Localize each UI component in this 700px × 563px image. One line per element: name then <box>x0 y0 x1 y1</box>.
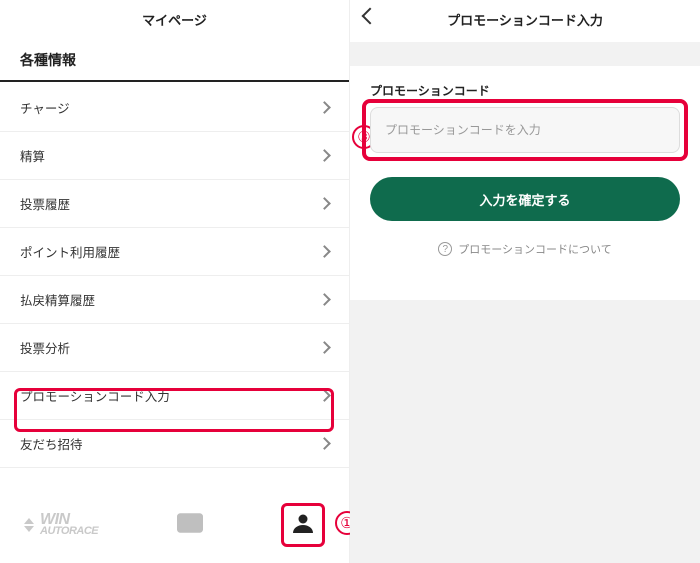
person-icon[interactable] <box>291 511 315 540</box>
chevron-right-icon <box>318 437 331 450</box>
list-item-vote-analysis[interactable]: 投票分析 <box>0 324 349 372</box>
list-item-settlement[interactable]: 精算 <box>0 132 349 180</box>
mail-icon[interactable] <box>177 513 203 538</box>
list-item-promo-code[interactable]: プロモーションコード入力 <box>0 372 349 420</box>
promo-field-label: プロモーションコード <box>370 82 680 99</box>
list-item-label: 精算 <box>20 146 45 165</box>
left-header: マイページ <box>0 0 349 38</box>
list-item-refund-history[interactable]: 払戻精算履歴 <box>0 276 349 324</box>
promo-code-input[interactable] <box>370 107 680 153</box>
logo-text: WIN AUTORACE <box>40 513 98 537</box>
promo-input-wrap <box>370 107 680 153</box>
chevron-right-icon <box>318 293 331 306</box>
chevron-right-icon <box>318 389 331 402</box>
list-item-label: 友だち招待 <box>20 434 83 453</box>
promo-help-link[interactable]: ? プロモーションコードについて <box>350 241 700 257</box>
list-item-label: ポイント利用履歴 <box>20 242 120 261</box>
settings-list: チャージ 精算 投票履歴 ポイント利用履歴 払戻精算履歴 投票分析 プロモーショ… <box>0 84 349 468</box>
chevron-right-icon <box>318 245 331 258</box>
list-item-point-history[interactable]: ポイント利用履歴 <box>0 228 349 276</box>
sort-icon <box>24 518 34 532</box>
mypage-pane: マイページ 各種情報 チャージ 精算 投票履歴 ポイント利用履歴 払戻精算履歴 … <box>0 0 350 563</box>
bottom-gray-area <box>350 300 700 563</box>
confirm-button[interactable]: 入力を確定する <box>370 177 680 221</box>
list-item-charge[interactable]: チャージ <box>0 84 349 132</box>
page-title-left: マイページ <box>142 10 207 29</box>
list-item-label: チャージ <box>20 98 70 117</box>
list-item-label: 投票分析 <box>20 338 70 357</box>
back-button[interactable] <box>362 8 379 25</box>
confirm-button-label: 入力を確定する <box>479 190 570 209</box>
bottom-tab-bar: WIN AUTORACE <box>0 499 349 551</box>
separator-band <box>350 42 700 66</box>
help-icon: ? <box>438 242 452 256</box>
list-item-label: 投票履歴 <box>20 194 70 213</box>
account-tab-highlight <box>281 503 325 547</box>
promo-field-area: プロモーションコード <box>350 66 700 153</box>
list-item-invite-friends[interactable]: 友だち招待 <box>0 420 349 468</box>
promo-help-label: プロモーションコードについて <box>458 241 611 257</box>
list-item-vote-history[interactable]: 投票履歴 <box>0 180 349 228</box>
page-title-right: プロモーションコード入力 <box>447 10 603 29</box>
chevron-right-icon <box>318 101 331 114</box>
right-header: プロモーションコード入力 <box>350 0 700 38</box>
promo-code-pane: プロモーションコード入力 プロモーションコード 入力を確定する ? プロモーショ… <box>350 0 700 563</box>
chevron-right-icon <box>318 197 331 210</box>
chevron-right-icon <box>318 149 331 162</box>
section-title: 各種情報 <box>0 38 349 82</box>
list-item-label: プロモーションコード入力 <box>20 386 170 405</box>
chevron-right-icon <box>318 341 331 354</box>
list-item-label: 払戻精算履歴 <box>20 290 95 309</box>
logo-winautorace[interactable]: WIN AUTORACE <box>24 513 98 537</box>
